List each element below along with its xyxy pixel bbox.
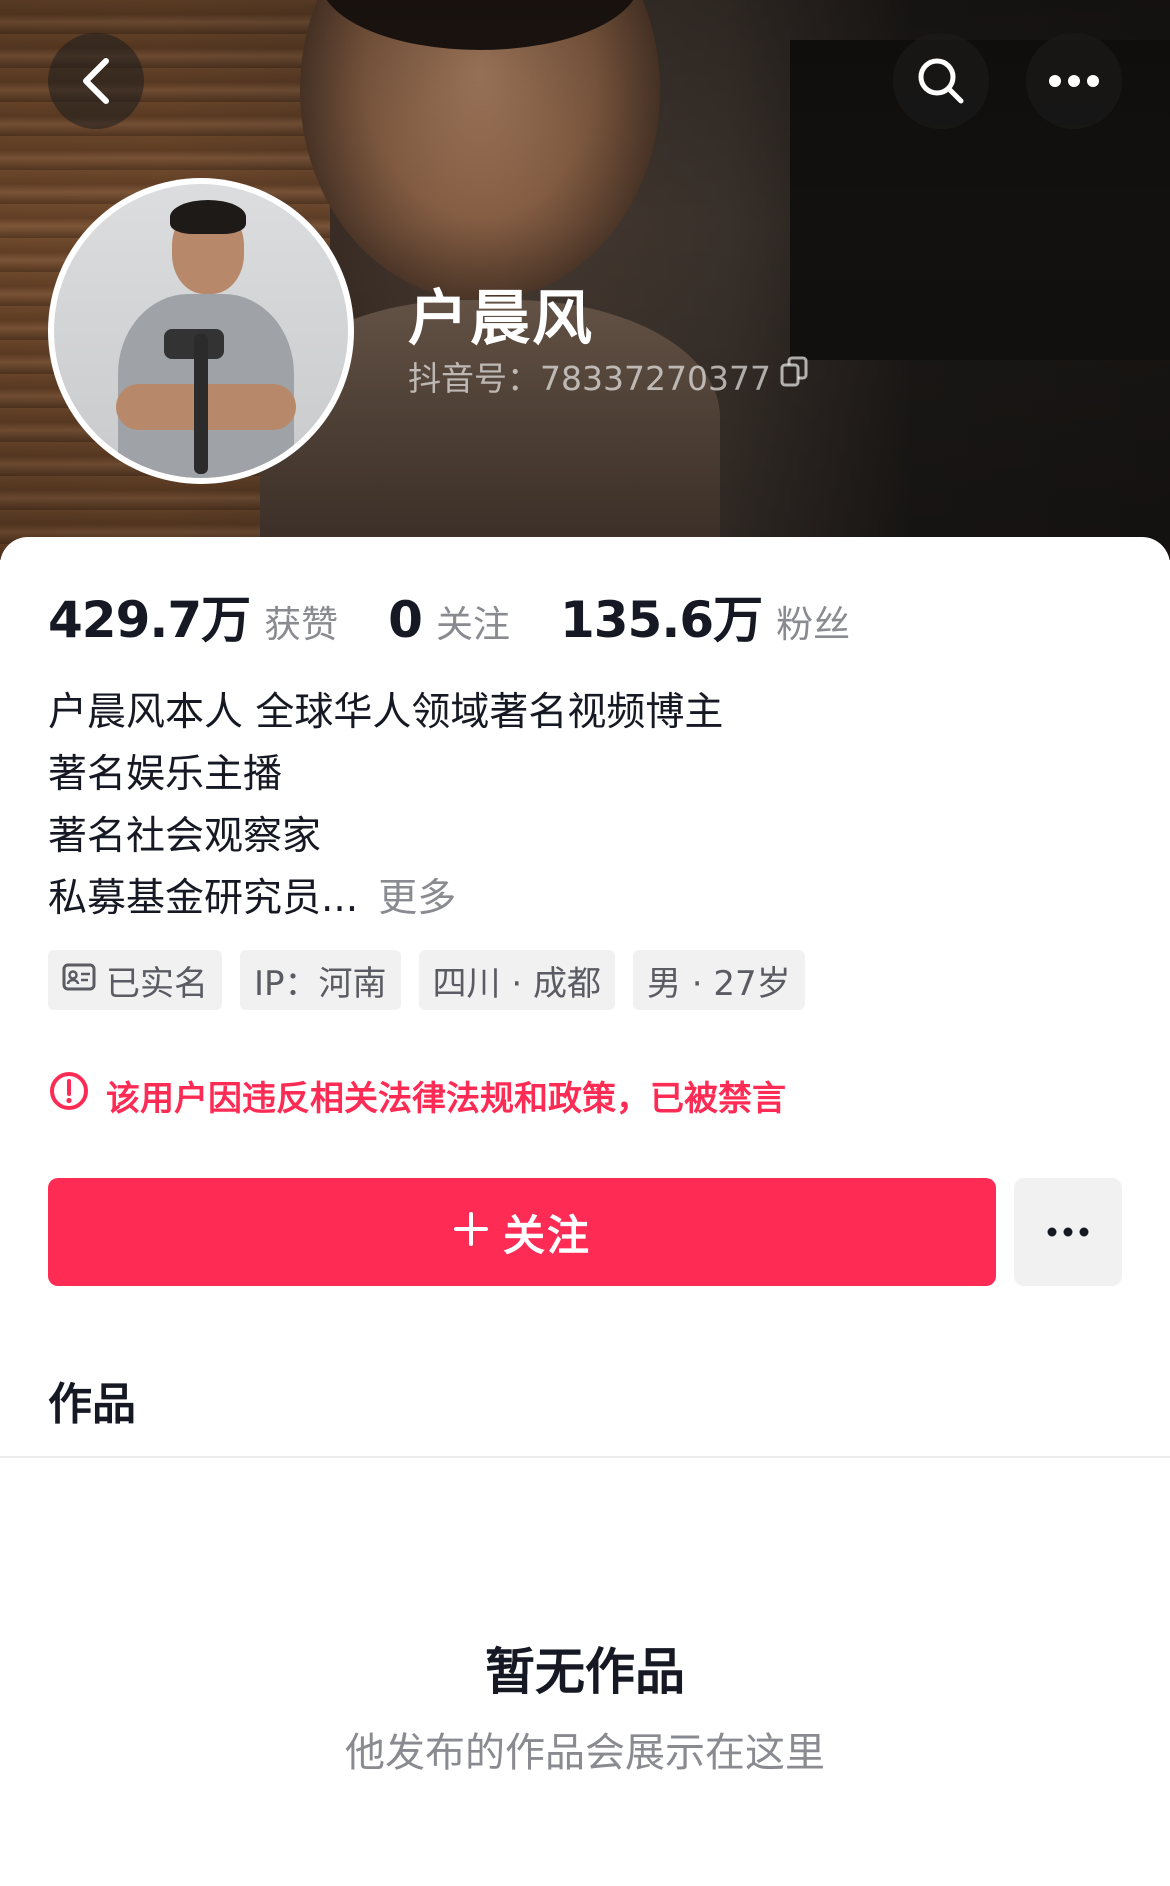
tag-label: 男 · 27岁 bbox=[646, 963, 791, 1004]
stat-label: 粉丝 bbox=[776, 603, 851, 646]
more-horizontal-icon bbox=[1048, 73, 1100, 89]
stat-following[interactable]: 0 关注 bbox=[388, 591, 510, 649]
tag-location: 四川 · 成都 bbox=[418, 950, 615, 1010]
tag-verified[interactable]: 已实名 bbox=[48, 950, 222, 1010]
more-actions-button[interactable] bbox=[1014, 1178, 1122, 1286]
plus-icon bbox=[453, 1208, 489, 1257]
bio-line: 著名娱乐主播 bbox=[48, 752, 283, 797]
empty-state-subtitle: 他发布的作品会展示在这里 bbox=[345, 1730, 825, 1776]
more-options-button[interactable] bbox=[1026, 33, 1122, 129]
search-button[interactable] bbox=[893, 33, 989, 129]
stat-label: 获赞 bbox=[264, 603, 339, 646]
back-button[interactable] bbox=[48, 33, 144, 129]
bio-line: 著名社会观察家 bbox=[48, 814, 322, 859]
bio: 户晨风本人 全球华人领域著名视频博主 著名娱乐主播 著名社会观察家 私募基金研究… bbox=[48, 682, 723, 930]
bio-more-link[interactable]: 更多 bbox=[378, 876, 456, 921]
bio-line: 户晨风本人 全球华人领域著名视频博主 bbox=[48, 690, 724, 735]
tag-label: 四川 · 成都 bbox=[432, 963, 601, 1004]
douyin-id-row[interactable]: 抖音号：78337270377 bbox=[408, 352, 809, 400]
divider bbox=[0, 1456, 1170, 1458]
avatar[interactable] bbox=[48, 178, 354, 484]
more-horizontal-icon bbox=[1046, 1223, 1090, 1242]
profile-page: 户晨风 抖音号：78337270377 429.7万 获赞 0 关注 135.6… bbox=[0, 0, 1170, 1886]
follow-button[interactable]: 关注 bbox=[48, 1178, 996, 1286]
tag-label: IP：河南 bbox=[254, 963, 387, 1004]
stat-value: 429.7万 bbox=[48, 591, 251, 649]
stat-followers[interactable]: 135.6万 粉丝 bbox=[560, 580, 850, 652]
ban-notice: 该用户因违反相关法律法规和政策，已被禁言 bbox=[48, 1070, 786, 1121]
tab-works[interactable]: 作品 bbox=[48, 1368, 136, 1432]
id-card-icon bbox=[62, 960, 96, 1000]
chevron-left-icon bbox=[76, 55, 116, 107]
stat-value: 135.6万 bbox=[559, 591, 763, 649]
empty-state-title: 暂无作品 bbox=[485, 1643, 685, 1701]
search-icon bbox=[915, 55, 967, 107]
bio-line-last: 私募基金研究员... 更多 bbox=[48, 868, 723, 930]
ban-notice-text: 该用户因违反相关法律法规和政策，已被禁言 bbox=[106, 1079, 786, 1119]
copy-icon[interactable] bbox=[779, 356, 809, 396]
stat-likes[interactable]: 429.7万 获赞 bbox=[48, 580, 338, 652]
douyin-id-text: 抖音号：78337270377 bbox=[408, 359, 771, 398]
stat-label: 关注 bbox=[435, 603, 510, 646]
tag-label: 已实名 bbox=[106, 963, 208, 1004]
stat-value: 0 bbox=[388, 591, 423, 649]
tag-gender-age: 男 · 27岁 bbox=[632, 950, 805, 1010]
stats-row: 429.7万 获赞 0 关注 135.6万 粉丝 bbox=[48, 580, 900, 652]
follow-button-label: 关注 bbox=[502, 1210, 591, 1260]
tag-ip: IP：河南 bbox=[240, 950, 401, 1010]
profile-name: 户晨风 bbox=[408, 284, 594, 354]
alert-circle-icon bbox=[48, 1070, 90, 1121]
bio-line: 私募基金研究员... bbox=[48, 876, 359, 921]
profile-tags: 已实名 IP：河南 四川 · 成都 男 · 27岁 bbox=[48, 950, 805, 1010]
